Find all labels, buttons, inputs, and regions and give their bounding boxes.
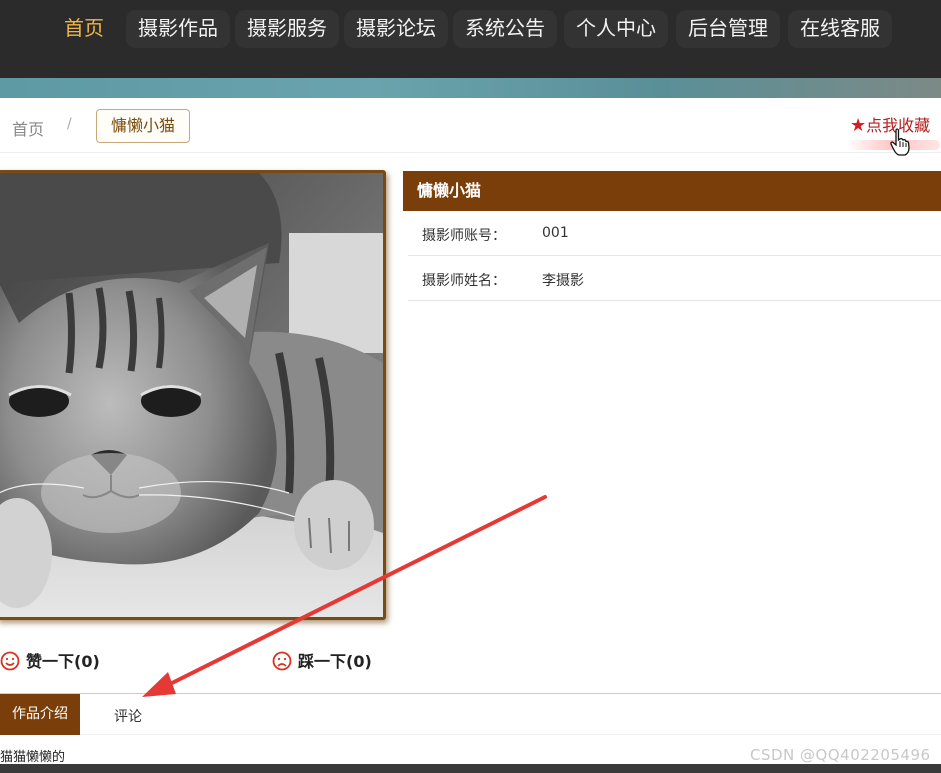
- bottom-bar: [0, 764, 941, 773]
- like-label: 赞一下(0): [26, 652, 100, 671]
- nav-item-services[interactable]: 摄影服务: [235, 10, 339, 48]
- tab-intro[interactable]: 作品介绍: [0, 694, 80, 735]
- tab-comment[interactable]: 评论: [114, 706, 142, 726]
- nav-item-admin[interactable]: 后台管理: [676, 10, 780, 48]
- nav-item-works[interactable]: 摄影作品: [126, 10, 230, 48]
- info-value-account: 001: [542, 225, 569, 241]
- work-photo: [0, 170, 386, 620]
- like-button[interactable]: 赞一下(0): [0, 648, 100, 672]
- hand-cursor-icon: [890, 128, 910, 156]
- breadcrumb-current: 慵懒小猫: [96, 109, 190, 143]
- top-nav: 首页 摄影作品 摄影服务 摄影论坛 系统公告 个人中心 后台管理 在线客服: [0, 0, 941, 78]
- info-value-name: 李摄影: [542, 273, 584, 289]
- nav-item-support[interactable]: 在线客服: [788, 10, 892, 48]
- detail-tabs: 作品介绍 评论: [0, 693, 941, 735]
- cat-photo-icon: [0, 173, 383, 617]
- info-row-account: 摄影师账号： 001: [408, 211, 941, 256]
- breadcrumb-separator: /: [67, 116, 72, 132]
- info-label-account: 摄影师账号：: [422, 228, 506, 244]
- dislike-label: 踩一下(0): [298, 652, 372, 671]
- nav-item-notices[interactable]: 系统公告: [453, 10, 557, 48]
- breadcrumb: 首页 / 慵懒小猫 ★点我收藏: [0, 98, 941, 153]
- smile-icon: [0, 651, 20, 671]
- breadcrumb-home[interactable]: 首页: [12, 116, 44, 140]
- watermark: CSDN @QQ402205496: [750, 746, 931, 764]
- work-description: 猫猫懒懒的: [0, 750, 66, 765]
- nav-item-forum[interactable]: 摄影论坛: [344, 10, 448, 48]
- info-label-name: 摄影师姓名：: [422, 273, 506, 289]
- nav-item-home[interactable]: 首页: [52, 10, 116, 48]
- info-row-name: 摄影师姓名： 李摄影: [408, 256, 941, 301]
- nav-item-profile[interactable]: 个人中心: [564, 10, 668, 48]
- frown-icon: [272, 651, 292, 671]
- work-title-header: 慵懒小猫: [403, 171, 941, 211]
- header-banner-strip: [0, 78, 941, 98]
- star-icon: ★: [850, 115, 867, 136]
- dislike-button[interactable]: 踩一下(0): [272, 648, 372, 672]
